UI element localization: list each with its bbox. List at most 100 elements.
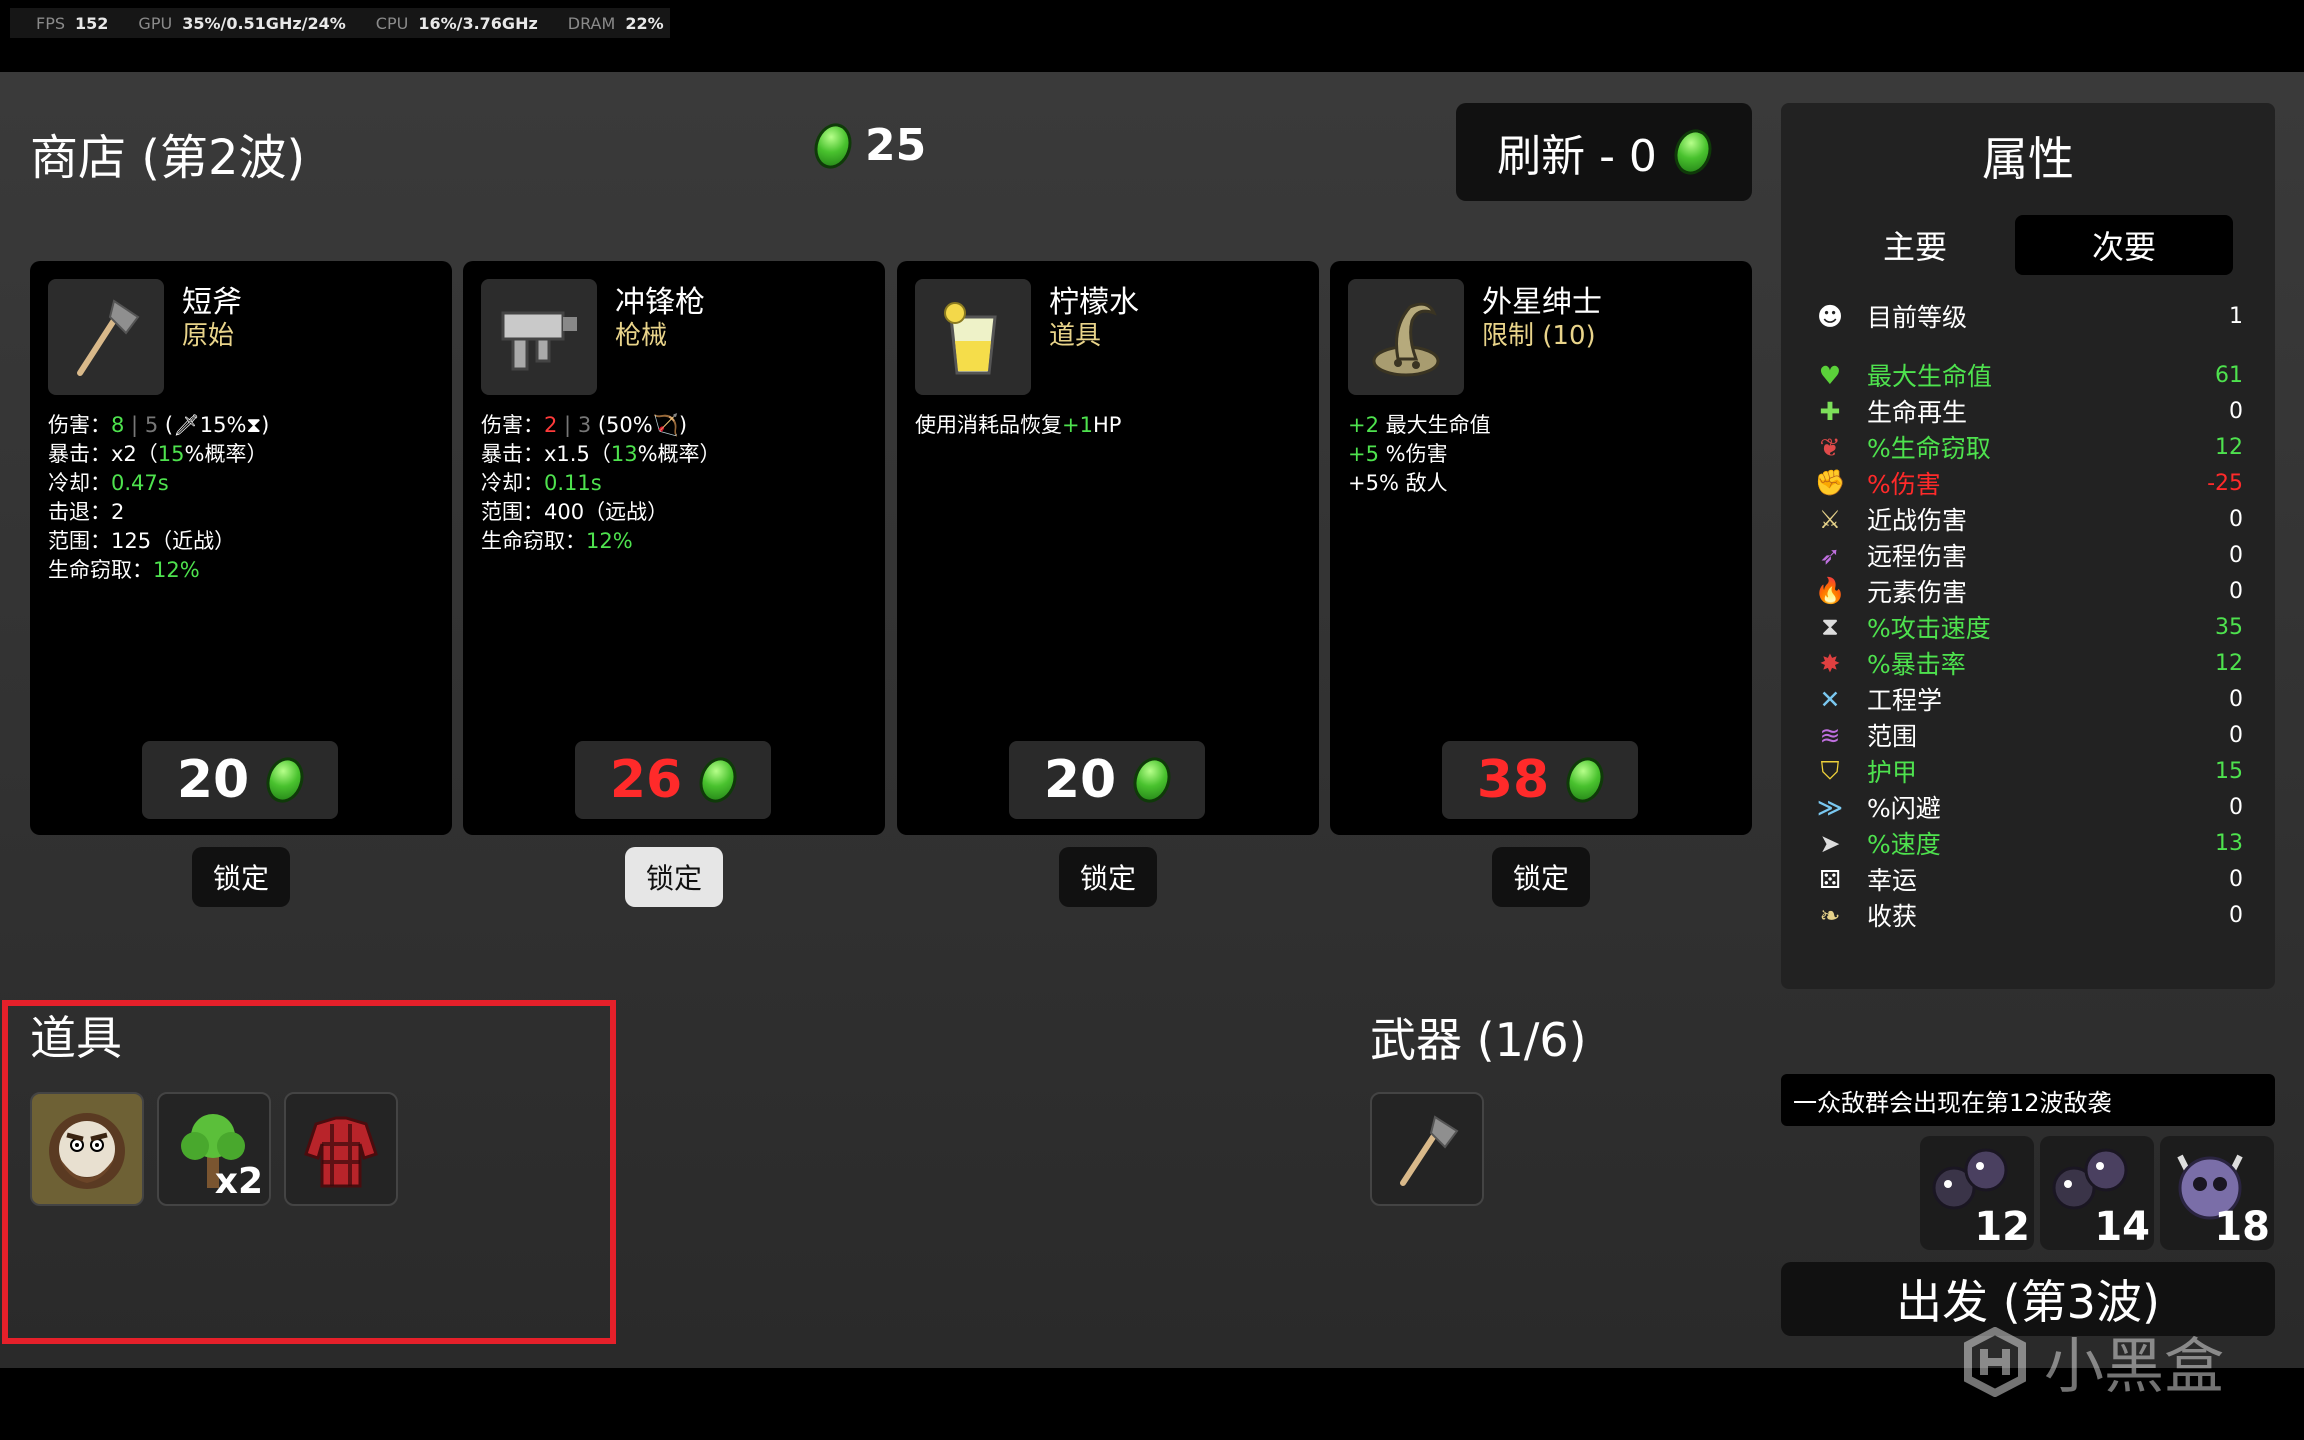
dodge-icon: ≫ bbox=[1816, 792, 1844, 822]
regen-icon: ✚ bbox=[1819, 396, 1841, 426]
watermark: 小黑盒 bbox=[1960, 1318, 2224, 1405]
material-icon bbox=[260, 752, 310, 808]
enemy-count: 12 bbox=[1974, 1204, 2030, 1250]
character-portrait[interactable] bbox=[30, 1092, 144, 1206]
attribute-label: 最大生命值 bbox=[1867, 362, 1993, 391]
hourglass-icon: ⧗ bbox=[1821, 612, 1839, 641]
attribute-label: 远程伤害 bbox=[1867, 542, 1968, 571]
enemy-count: 18 bbox=[2214, 1204, 2270, 1250]
item-tier: 道具 bbox=[1049, 321, 1102, 351]
tab-primary[interactable]: 主要 bbox=[1815, 215, 2015, 275]
lock-button[interactable]: 锁定 bbox=[1492, 847, 1590, 907]
shop-title: 商店 (第2波) bbox=[30, 130, 306, 186]
weapon-slot-axe[interactable] bbox=[1370, 1092, 1484, 1206]
shop-card[interactable]: 冲锋枪 枪械 伤害：2 | 3 (50%🏹) 暴击：x1.5（13%概率） 冷却：0… bbox=[463, 261, 885, 835]
reroll-button[interactable]: 刷新 - 0 bbox=[1456, 103, 1752, 201]
stat-line: 冷却：0.47s bbox=[48, 471, 169, 495]
item-image bbox=[915, 279, 1031, 395]
attribute-value: 0 bbox=[2229, 578, 2243, 604]
attribute-row[interactable]: ⛉ 护甲 15 bbox=[1815, 754, 2243, 788]
crit-icon: ✸ bbox=[1819, 648, 1841, 678]
attribute-label: 工程学 bbox=[1867, 686, 1943, 715]
harvest-icon: ❧ bbox=[1819, 900, 1841, 930]
attribute-row[interactable]: ✕ 工程学 0 bbox=[1815, 682, 2243, 716]
attribute-value: 12 bbox=[2215, 434, 2243, 460]
attribute-label: 目前等级 bbox=[1867, 303, 1968, 332]
stat-line: 击退：2 bbox=[48, 500, 125, 524]
attribute-value: 13 bbox=[2215, 830, 2243, 856]
attribute-row[interactable]: ❧ 收获 0 bbox=[1815, 898, 2243, 932]
attribute-row[interactable]: 🔥 元素伤害 0 bbox=[1814, 574, 2243, 608]
lock-button[interactable]: 锁定 bbox=[1059, 847, 1157, 907]
attribute-row[interactable]: ☻ 目前等级 1 bbox=[1815, 299, 2243, 333]
material-amount: 25 bbox=[865, 120, 927, 171]
dice-icon: ⚄ bbox=[1819, 864, 1841, 894]
item-image bbox=[48, 279, 164, 395]
item-tier: 限制 (10) bbox=[1482, 321, 1596, 351]
attribute-label: %攻击速度 bbox=[1867, 614, 1991, 643]
attribute-row[interactable]: ➤ %速度 13 bbox=[1815, 826, 2243, 860]
attribute-row[interactable]: ♥ 最大生命值 61 bbox=[1815, 358, 2243, 392]
attribute-row[interactable]: ⚄ 幸运 0 bbox=[1815, 862, 2243, 896]
attribute-row[interactable]: ⚔ 近战伤害 0 bbox=[1815, 502, 2243, 536]
attribute-row[interactable]: ➶ 远程伤害 0 bbox=[1815, 538, 2243, 572]
stat-line: 范围：400（远战） bbox=[481, 500, 669, 524]
gpu-readout: GPU 35%/0.51GHz/24% bbox=[138, 13, 346, 33]
bottom-black-bar bbox=[0, 1368, 2304, 1440]
item-slot-flannel-shirt[interactable] bbox=[284, 1092, 398, 1206]
attributes-title: 属性 bbox=[1982, 132, 2074, 186]
attribute-value: 0 bbox=[2229, 542, 2243, 568]
attribute-label: 幸运 bbox=[1867, 866, 1918, 895]
lock-button[interactable]: 锁定 bbox=[192, 847, 290, 907]
flannel-shirt-icon bbox=[304, 1116, 378, 1188]
material-icon bbox=[1127, 752, 1177, 808]
attribute-row[interactable]: ✊ %伤害 -25 bbox=[1814, 466, 2243, 500]
attribute-value: 0 bbox=[2229, 506, 2243, 532]
buy-price-button[interactable]: 26 bbox=[575, 741, 771, 819]
shop-card[interactable]: 短斧 原始 伤害：8 | 5 (🗡15%⧗) 暴击：x2（15%概率） 冷却：0.4… bbox=[30, 261, 452, 835]
attribute-label: 生命再生 bbox=[1867, 398, 1968, 427]
reroll-label: 刷新 - 0 bbox=[1497, 131, 1657, 182]
attributes-panel: 属性 主要 次要 ☻ 目前等级 1 ♥ 最大生命值 61 ✚ 生命再生 0 ❦ … bbox=[1781, 103, 2275, 989]
shop-card[interactable]: 外星绅士 限制 (10) +2 最大生命值 +5 %伤害 +5% 敌人 38 bbox=[1330, 261, 1752, 835]
attribute-value: -25 bbox=[2207, 470, 2243, 496]
attribute-row[interactable]: ❦ %生命窃取 12 bbox=[1815, 430, 2243, 464]
attribute-row[interactable]: ≫ %闪避 0 bbox=[1815, 790, 2243, 824]
attribute-value: 35 bbox=[2215, 614, 2243, 640]
shop-card[interactable]: 柠檬水 道具 使用消耗品恢复+1HP 20 bbox=[897, 261, 1319, 835]
attribute-value: 0 bbox=[2229, 398, 2243, 424]
attribute-label: %闪避 bbox=[1867, 794, 1941, 823]
attribute-row[interactable]: ✚ 生命再生 0 bbox=[1815, 394, 2243, 428]
attribute-row[interactable]: ≋ 范围 0 bbox=[1815, 718, 2243, 752]
item-stats: 伤害：8 | 5 (🗡15%⧗) 暴击：x2（15%概率） 冷却：0.47s 击退：2… bbox=[48, 411, 438, 585]
stat-line: 范围：125（近战） bbox=[48, 529, 236, 553]
item-stats: +2 最大生命值 +5 %伤害 +5% 敌人 bbox=[1348, 411, 1738, 498]
attribute-row[interactable]: ✸ %暴击率 12 bbox=[1815, 646, 2243, 680]
attribute-value: 15 bbox=[2215, 758, 2243, 784]
buy-price-button[interactable]: 38 bbox=[1442, 741, 1638, 819]
armor-icon: ⛉ bbox=[1820, 756, 1840, 785]
price-value: 26 bbox=[609, 750, 683, 810]
enemy-preview[interactable]: 14 bbox=[2040, 1136, 2154, 1250]
attribute-label: %生命窃取 bbox=[1867, 434, 1991, 463]
enemy-preview[interactable]: 12 bbox=[1920, 1136, 2034, 1250]
stat-line: +2 最大生命值 bbox=[1348, 413, 1491, 437]
elemental-icon: 🔥 bbox=[1814, 576, 1846, 605]
lock-button[interactable]: 锁定 bbox=[625, 847, 723, 907]
heart-icon: ♥ bbox=[1818, 360, 1842, 390]
buy-price-button[interactable]: 20 bbox=[142, 741, 338, 819]
enemy-preview[interactable]: 18 bbox=[2160, 1136, 2274, 1250]
attribute-label: %暴击率 bbox=[1867, 650, 1966, 679]
attribute-label: 收获 bbox=[1867, 902, 1918, 931]
buy-price-button[interactable]: 20 bbox=[1009, 741, 1205, 819]
price-value: 20 bbox=[176, 750, 250, 810]
tab-secondary[interactable]: 次要 bbox=[2015, 215, 2233, 275]
attribute-label: 护甲 bbox=[1867, 758, 1918, 787]
attribute-value: 0 bbox=[2229, 866, 2243, 892]
stat-line: +5% 敌人 bbox=[1348, 471, 1448, 495]
stat-line: 生命窃取：12% bbox=[481, 529, 633, 553]
attribute-row[interactable]: ⧗ %攻击速度 35 bbox=[1815, 610, 2243, 644]
stat-line: 伤害：2 | 3 (50%🏹) bbox=[481, 413, 688, 437]
item-slot-tree[interactable]: x2 bbox=[157, 1092, 271, 1206]
item-tier: 原始 bbox=[182, 321, 235, 351]
